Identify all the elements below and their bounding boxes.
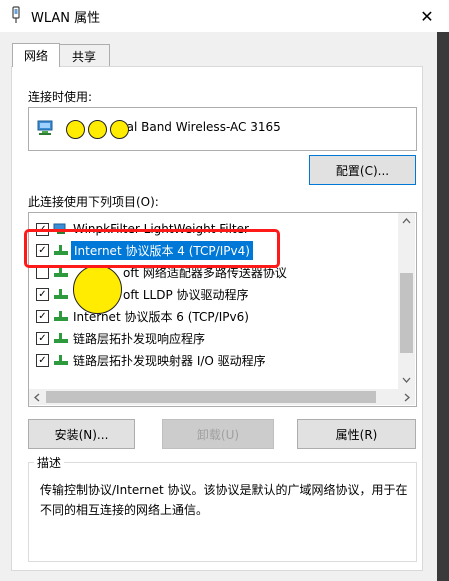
vertical-scrollbar[interactable] [398,213,415,389]
tab-label: 网络 [23,49,48,63]
protocol-icon [54,289,68,299]
scroll-thumb[interactable] [400,273,413,353]
scroll-up-icon[interactable] [402,218,411,224]
description-text: 传输控制协议/Internet 协议。该协议是默认的广域网络协议，用于在不同的相… [40,483,408,517]
tab-sharing[interactable]: 共享 [58,44,110,67]
wlan-adapter-icon [12,6,20,23]
close-button[interactable]: ✕ [405,0,449,32]
redaction-dot [66,120,85,139]
configure-button[interactable]: 配置(C)... [309,155,416,185]
properties-button[interactable]: 属性(R) [297,419,416,449]
scroll-right-icon[interactable] [404,393,410,402]
protocol-icon [54,355,68,365]
horizontal-scrollbar[interactable] [29,389,415,405]
item-label: 链路层拓扑发现响应程序 [73,331,206,346]
tab-networking[interactable]: 网络 [12,43,60,67]
scroll-thumb[interactable] [46,391,376,403]
window-title: WLAN 属性 [31,11,101,26]
item-checkbox[interactable]: ✓ [36,288,49,301]
item-label: 链路层拓扑发现映射器 I/O 驱动程序 [73,353,266,368]
item-checkbox[interactable]: ✓ [36,310,49,323]
scroll-down-icon[interactable] [402,377,411,383]
uninstall-button[interactable]: 卸载(U) [162,419,274,449]
tab-label: 共享 [71,49,96,64]
description-legend: 描述 [34,454,65,471]
item-checkbox[interactable]: ✓ [36,354,49,367]
redaction-dot [110,120,129,139]
network-adapter-icon [37,120,53,135]
adapter-name: ual Band Wireless-AC 3165 [119,120,281,134]
items-label: 此连接使用下列项目(O): [28,195,159,209]
item-checkbox[interactable]: ✓ [36,332,49,345]
adapter-box: ual Band Wireless-AC 3165 [28,107,417,151]
list-item[interactable]: ✓ 链路层拓扑发现响应程序 [29,327,397,349]
scroll-left-icon[interactable] [34,393,40,402]
highlight-annotation [24,229,280,268]
redaction-dot [73,265,122,314]
background-window-edge [437,32,449,581]
connect-using-label: 连接时使用: [28,90,93,104]
redaction-dot [88,120,107,139]
protocol-icon [54,333,68,343]
protocol-icon [54,311,68,321]
title-bar: WLAN 属性 ✕ [0,0,449,32]
item-label: oft LLDP 协议驱动程序 [123,287,249,302]
close-icon: ✕ [420,6,434,26]
install-button[interactable]: 安装(N)... [28,419,135,449]
list-item[interactable]: ✓ 链路层拓扑发现映射器 I/O 驱动程序 [29,349,397,371]
